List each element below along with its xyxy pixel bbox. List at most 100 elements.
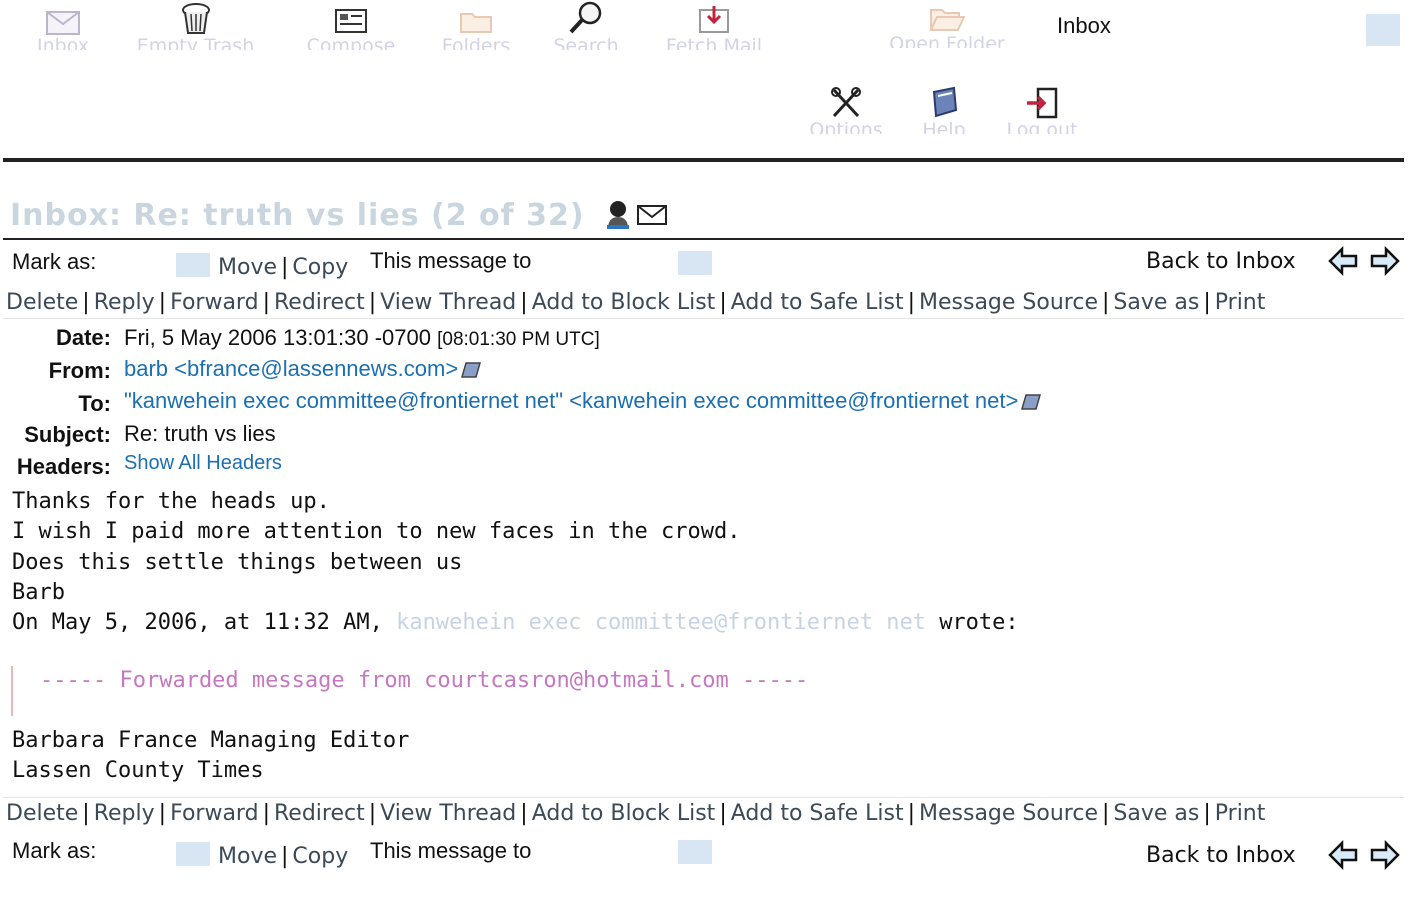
add-to-safe-list-link[interactable]: Add to Safe List xyxy=(731,290,904,315)
compose-icon xyxy=(335,9,367,33)
next-message-arrow-icon[interactable] xyxy=(1369,840,1401,870)
toolbar-folders[interactable]: Folders xyxy=(428,6,524,50)
print-link[interactable]: Print xyxy=(1215,290,1266,315)
message-source-link[interactable]: Message Source xyxy=(919,801,1098,826)
copy-link[interactable]: Copy xyxy=(292,844,348,869)
back-to-inbox-link[interactable]: Back to Inbox xyxy=(1146,843,1296,868)
bottom-links-divider xyxy=(3,797,1404,798)
bottom-action-links: Delete | Reply | Forward | Redirect | View Threa… xyxy=(6,801,1266,826)
mark-as-label: Mark as: xyxy=(12,249,97,274)
folder-icon xyxy=(460,13,492,33)
toolbar-help[interactable]: Help xyxy=(914,86,974,134)
toolbar-options-label: Options xyxy=(809,120,883,134)
body-line-1: Thanks for the heads up. xyxy=(12,489,330,514)
next-message-arrow-icon[interactable] xyxy=(1369,246,1401,276)
forward-link[interactable]: Forward xyxy=(170,290,258,315)
previous-message-arrow-icon[interactable] xyxy=(1327,246,1359,276)
to-address-link[interactable]: "kanwehein exec committee@frontiernet ne… xyxy=(124,388,1018,412)
forwarded-message-line: ----- Forwarded message from courtcasron… xyxy=(40,668,809,693)
body-line-3: Does this settle things between us xyxy=(12,550,463,575)
envelope-icon[interactable] xyxy=(636,203,668,227)
add-to-addressbook-icon[interactable] xyxy=(1018,391,1044,412)
previous-message-arrow-icon[interactable] xyxy=(1327,840,1359,870)
add-to-addressbook-icon[interactable] xyxy=(458,359,484,381)
move-link[interactable]: Move xyxy=(218,844,277,869)
move-to-folder-button[interactable] xyxy=(678,840,712,864)
add-contact-icon[interactable] xyxy=(604,199,632,231)
date-value: Fri, 5 May 2006 13:01:30 -0700 [08:01:30… xyxy=(124,325,600,351)
move-link[interactable]: Move xyxy=(218,255,277,280)
inbox-icon xyxy=(46,11,80,35)
view-thread-link[interactable]: View Thread xyxy=(380,801,516,826)
toolbar-compose[interactable]: Compose xyxy=(292,6,410,50)
toolbar-folders-label: Folders xyxy=(441,36,511,50)
to-label: To: xyxy=(78,391,111,416)
mark-as-button[interactable] xyxy=(176,253,210,277)
show-all-headers-link[interactable]: Show All Headers xyxy=(124,452,282,470)
save-as-link[interactable]: Save as xyxy=(1113,801,1199,826)
save-as-link[interactable]: Save as xyxy=(1113,290,1199,315)
signature-line-2: Lassen County Times xyxy=(12,758,264,783)
redirect-link[interactable]: Redirect xyxy=(274,290,365,315)
reply-link[interactable]: Reply xyxy=(94,801,155,826)
log-out-icon xyxy=(1027,87,1058,119)
toolbar-open-folder[interactable]: Open Folder xyxy=(870,4,1024,48)
toolbar-log-out-label: Log out xyxy=(1006,120,1078,134)
this-message-to-label: This message to xyxy=(370,838,532,863)
this-message-to-label: This message to xyxy=(370,248,532,273)
toolbar-empty-trash[interactable]: Empty Trash xyxy=(118,0,273,50)
links-divider xyxy=(3,318,1404,319)
delete-link[interactable]: Delete xyxy=(6,290,78,315)
forward-link[interactable]: Forward xyxy=(170,801,258,826)
date-value-text: Fri, 5 May 2006 13:01:30 -0700 xyxy=(124,325,431,350)
quote-bar xyxy=(11,666,13,716)
toolbar-help-label: Help xyxy=(922,120,966,134)
top-action-links: Delete | Reply | Forward | Redirect | View Threa… xyxy=(6,290,1266,315)
subject-value: Re: truth vs lies xyxy=(124,421,276,446)
toolbar-inbox[interactable]: Inbox xyxy=(20,8,106,50)
move-copy-group: Move | Copy xyxy=(218,255,349,280)
quoted-sender-link[interactable]: kanwehein exec committee@frontiernet net xyxy=(396,610,926,635)
back-to-inbox-link[interactable]: Back to Inbox xyxy=(1146,249,1296,274)
from-address-link[interactable]: barb <bfrance@lassennews.com> xyxy=(124,356,458,381)
to-value: "kanwehein exec committee@frontiernet ne… xyxy=(124,388,1044,412)
toolbar-search[interactable]: Search xyxy=(540,0,632,50)
body-line-4: Barb xyxy=(12,580,65,605)
delete-link[interactable]: Delete xyxy=(6,801,78,826)
move-copy-group: Move | Copy xyxy=(218,844,349,869)
trash-icon xyxy=(181,3,210,34)
open-folder-icon xyxy=(929,9,966,31)
add-to-block-list-link[interactable]: Add to Block List xyxy=(532,801,716,826)
redirect-link[interactable]: Redirect xyxy=(274,801,365,826)
toolbar-options[interactable]: Options xyxy=(798,86,894,134)
toolbar-search-label: Search xyxy=(553,36,619,50)
date-utc: [08:01:30 PM UTC] xyxy=(437,329,600,350)
toolbar-compose-label: Compose xyxy=(306,36,396,50)
mark-as-button[interactable] xyxy=(176,842,210,866)
from-value: barb <bfrance@lassennews.com> xyxy=(124,356,484,382)
search-icon xyxy=(569,1,602,34)
add-to-safe-list-link[interactable]: Add to Safe List xyxy=(731,801,904,826)
add-to-block-list-link[interactable]: Add to Block List xyxy=(532,290,716,315)
message-source-link[interactable]: Message Source xyxy=(919,290,1098,315)
print-link[interactable]: Print xyxy=(1215,801,1266,826)
help-book-icon xyxy=(932,86,958,118)
copy-link[interactable]: Copy xyxy=(292,255,348,280)
toolbar-inbox-label: Inbox xyxy=(37,36,89,50)
body-line-5: On May 5, 2006, at 11:32 AM, kanwehein e… xyxy=(12,610,1019,635)
toolbar-divider xyxy=(3,158,1404,162)
current-folder-label: Inbox xyxy=(1057,13,1111,38)
headers-label: Headers: xyxy=(16,454,111,479)
from-label: From: xyxy=(48,358,111,383)
view-thread-link[interactable]: View Thread xyxy=(380,290,516,315)
date-label: Date: xyxy=(55,325,111,350)
mark-as-label: Mark as: xyxy=(12,838,97,863)
move-to-folder-button[interactable] xyxy=(678,251,712,275)
toolbar-fetch-mail-label: Fetch Mail xyxy=(665,36,763,50)
toolbar-log-out[interactable]: Log out xyxy=(994,86,1090,134)
subject-label: Subject: xyxy=(24,422,111,447)
title-divider xyxy=(3,238,1404,240)
reply-link[interactable]: Reply xyxy=(94,290,155,315)
toolbar-fetch-mail[interactable]: Fetch Mail xyxy=(650,4,778,50)
folder-select-button[interactable] xyxy=(1366,14,1400,46)
